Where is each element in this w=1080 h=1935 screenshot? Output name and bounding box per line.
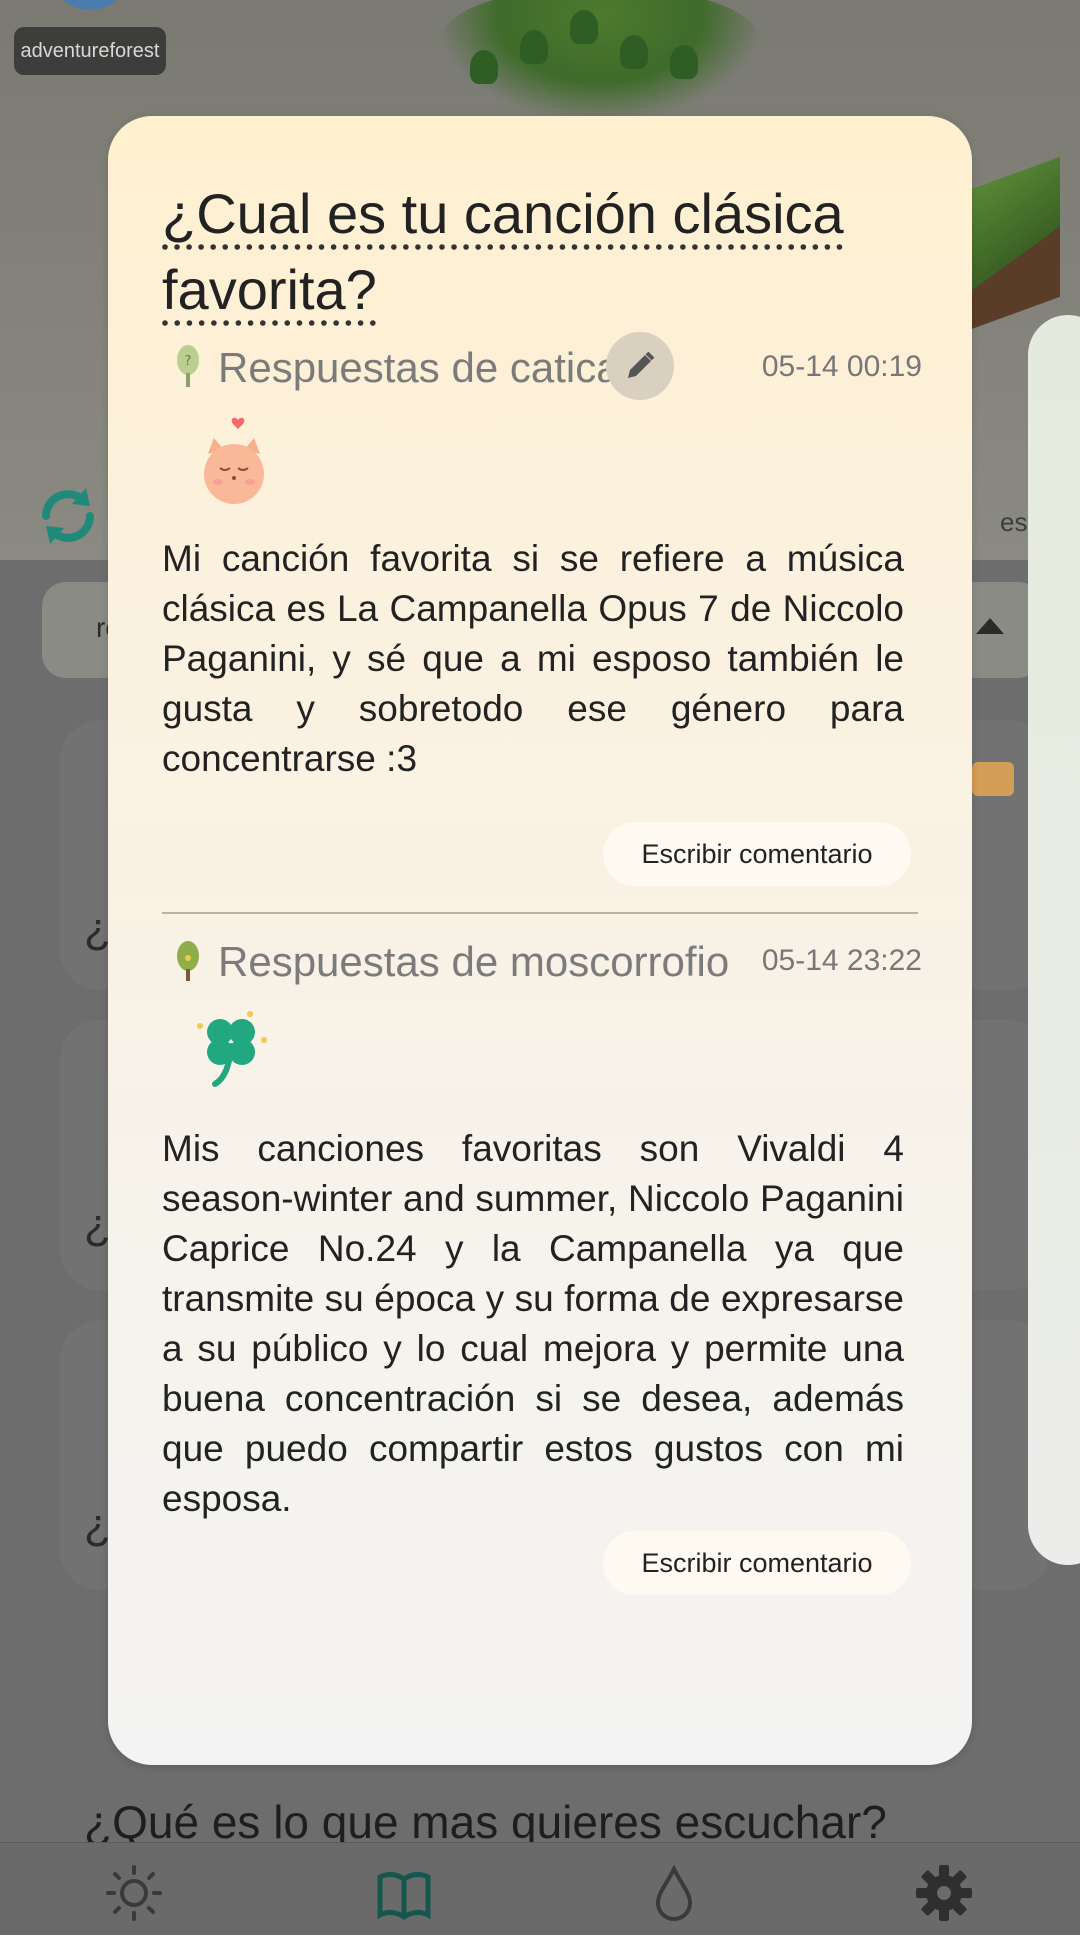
username-chip[interactable]: adventureforest (14, 27, 166, 75)
answer-card: ? Respuestas de catica 05-14 00:19 Mi ca… (162, 332, 924, 784)
write-comment-button[interactable]: Escribir comentario (603, 822, 911, 886)
clover-icon (197, 1011, 267, 1087)
sun-icon[interactable] (104, 1863, 164, 1923)
answer-header: ? Respuestas de catica 05-14 00:19 (162, 332, 924, 404)
answer-header: Respuestas de moscorrofio 05-14 23:22 (162, 926, 924, 998)
sticker (162, 998, 924, 1124)
next-question-card[interactable] (1028, 315, 1080, 1565)
answer-divider (162, 912, 918, 914)
edit-button[interactable] (606, 332, 674, 400)
gear-icon[interactable] (914, 1863, 974, 1923)
write-comment-button[interactable]: Escribir comentario (603, 1531, 911, 1595)
question-modal: ¿Cual es tu canción clásica favorita? ? … (108, 116, 972, 1765)
answer-author: Respuestas de moscorrofio (218, 938, 730, 985)
forest-illustration (440, 0, 760, 120)
refresh-icon[interactable] (32, 480, 104, 552)
book-icon[interactable] (374, 1863, 434, 1923)
sticker (162, 404, 924, 534)
caret-up-icon[interactable] (976, 618, 1004, 634)
drop-icon[interactable] (644, 1863, 704, 1923)
pencil-icon (628, 351, 655, 378)
tree-icon: ? (177, 345, 199, 387)
bottom-nav (0, 1842, 1080, 1935)
answer-text: Mi canción favorita si se refiere a músi… (162, 538, 904, 779)
answer-timestamp: 05-14 23:22 (761, 944, 922, 977)
answer-author: Respuestas de catica (218, 344, 620, 391)
svg-text:?: ? (185, 354, 192, 369)
answer-card: Respuestas de moscorrofio 05-14 23:22 Mi… (162, 926, 924, 1524)
answer-text: Mis canciones favoritas son Vivaldi 4 se… (162, 1128, 904, 1519)
tree-icon (177, 941, 199, 981)
answer-timestamp: 05-14 00:19 (761, 350, 922, 383)
question-title: ¿Cual es tu canción clásica favorita? (162, 182, 844, 321)
cat-icon (204, 417, 264, 504)
background-question-title: ¿Qué es lo que mas quieres escuchar? (84, 1796, 887, 1848)
